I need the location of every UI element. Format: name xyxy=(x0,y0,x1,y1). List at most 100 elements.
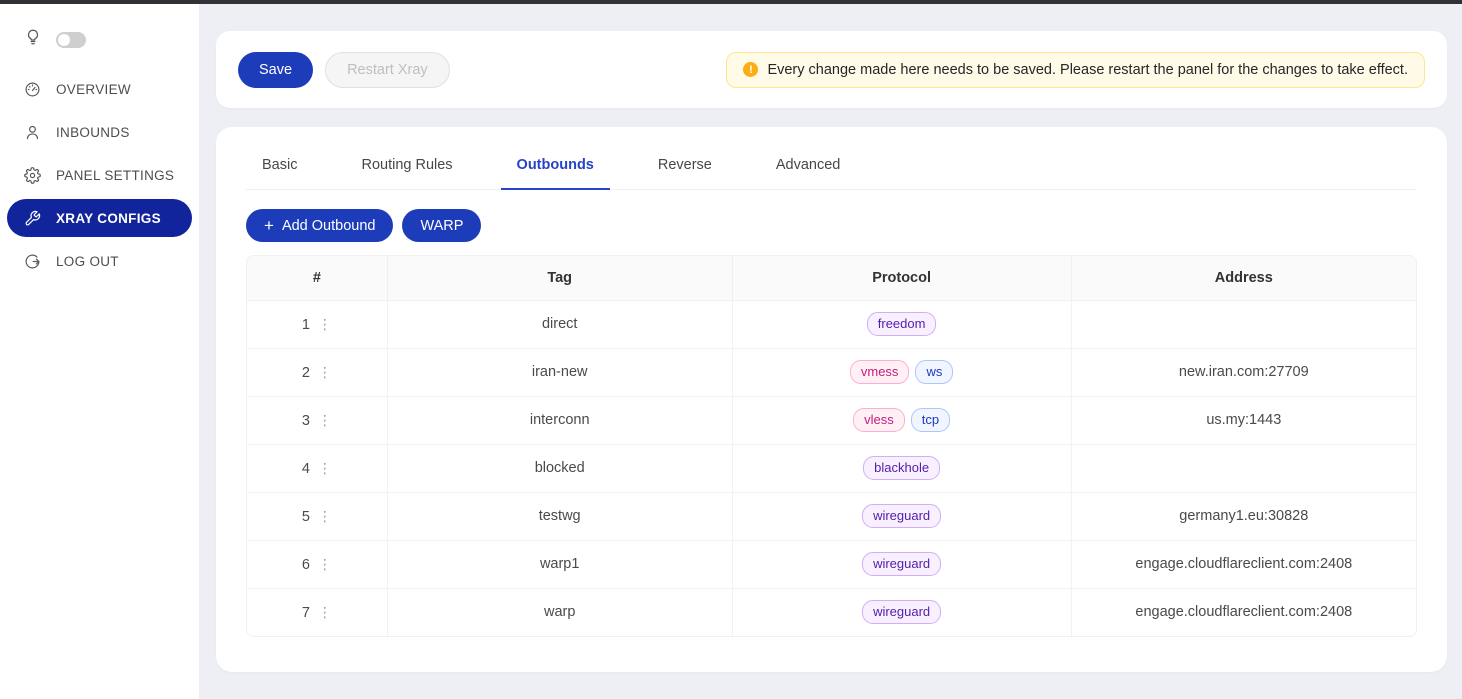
tab-basic[interactable]: Basic xyxy=(246,127,313,190)
sidebar-item-overview[interactable]: OVERVIEW xyxy=(7,70,192,108)
save-button[interactable]: Save xyxy=(238,52,313,88)
row-number: 7 xyxy=(302,605,310,621)
gear-icon xyxy=(24,167,41,184)
outbounds-table: #TagProtocolAddress 1⋮directfreedom2⋮ira… xyxy=(246,255,1417,637)
main-content: Save Restart Xray ! Every change made he… xyxy=(199,4,1462,699)
address-cell xyxy=(1071,300,1416,348)
user-icon xyxy=(24,124,41,141)
table-row: 1⋮directfreedom xyxy=(247,300,1416,348)
row-number-cell: 6⋮ xyxy=(247,540,387,588)
tag-cell: warp1 xyxy=(387,540,732,588)
protocol-cell: wireguard xyxy=(732,492,1071,540)
protocol-badge: wireguard xyxy=(862,504,941,528)
protocol-badge: wireguard xyxy=(862,552,941,576)
protocol-cell: wireguard xyxy=(732,588,1071,636)
table-row: 3⋮interconnvlesstcpus.my:1443 xyxy=(247,396,1416,444)
warning-icon: ! xyxy=(743,62,758,77)
table-row: 4⋮blockedblackhole xyxy=(247,444,1416,492)
alert-text: Every change made here needs to be saved… xyxy=(767,62,1408,78)
protocol-badge: wireguard xyxy=(862,600,941,624)
sidebar-item-label: INBOUNDS xyxy=(56,125,130,140)
row-menu-icon[interactable]: ⋮ xyxy=(318,604,332,620)
warp-button[interactable]: WARP xyxy=(402,209,481,242)
table-row: 5⋮testwgwireguardgermany1.eu:30828 xyxy=(247,492,1416,540)
protocol-cell: vlesstcp xyxy=(732,396,1071,444)
column-header-protocol: Protocol xyxy=(732,256,1071,300)
protocol-badge: tcp xyxy=(911,408,950,432)
light-bulb-icon xyxy=(24,28,42,51)
protocol-badge: vmess xyxy=(850,360,910,384)
row-number-cell: 4⋮ xyxy=(247,444,387,492)
save-warning-alert: ! Every change made here needs to be sav… xyxy=(726,52,1425,88)
tag-cell: warp xyxy=(387,588,732,636)
address-cell: engage.cloudflareclient.com:2408 xyxy=(1071,588,1416,636)
sidebar-item-label: XRAY CONFIGS xyxy=(56,211,161,226)
row-menu-icon[interactable]: ⋮ xyxy=(318,364,332,380)
plus-icon: + xyxy=(264,217,274,234)
tag-cell: direct xyxy=(387,300,732,348)
tab-routing-rules[interactable]: Routing Rules xyxy=(345,127,468,190)
protocol-badge: blackhole xyxy=(863,456,940,480)
row-menu-icon[interactable]: ⋮ xyxy=(318,316,332,332)
row-number-cell: 5⋮ xyxy=(247,492,387,540)
row-number: 6 xyxy=(302,557,310,573)
protocol-cell: wireguard xyxy=(732,540,1071,588)
wrench-icon xyxy=(24,210,41,227)
xray-configs-card: Basic Routing Rules Outbounds Reverse Advanc… xyxy=(216,127,1447,672)
tag-cell: iran-new xyxy=(387,348,732,396)
protocol-badge: ws xyxy=(915,360,953,384)
sidebar-item-panel-settings[interactable]: PANEL SETTINGS xyxy=(7,156,192,194)
tag-cell: interconn xyxy=(387,396,732,444)
actions-row: + Add Outbound WARP xyxy=(246,209,1417,242)
tab-bar: Basic Routing Rules Outbounds Reverse Advanc… xyxy=(246,127,1417,190)
toolbar-card: Save Restart Xray ! Every change made he… xyxy=(216,31,1447,108)
address-cell: us.my:1443 xyxy=(1071,396,1416,444)
column-header-num: # xyxy=(247,256,387,300)
row-menu-icon[interactable]: ⋮ xyxy=(318,508,332,524)
sidebar: OVERVIEW INBOUNDS PANEL SETTINGS XRAY CO… xyxy=(0,4,199,699)
row-number: 1 xyxy=(302,317,310,333)
protocol-cell: blackhole xyxy=(732,444,1071,492)
address-cell: germany1.eu:30828 xyxy=(1071,492,1416,540)
address-cell: new.iran.com:27709 xyxy=(1071,348,1416,396)
protocol-cell: freedom xyxy=(732,300,1071,348)
add-outbound-button[interactable]: + Add Outbound xyxy=(246,209,393,242)
sidebar-item-label: PANEL SETTINGS xyxy=(56,168,174,183)
table-row: 6⋮warp1wireguardengage.cloudflareclient.… xyxy=(247,540,1416,588)
table-row: 7⋮warpwireguardengage.cloudflareclient.c… xyxy=(247,588,1416,636)
address-cell: engage.cloudflareclient.com:2408 xyxy=(1071,540,1416,588)
table-header-row: #TagProtocolAddress xyxy=(247,256,1416,300)
sidebar-item-inbounds[interactable]: INBOUNDS xyxy=(7,113,192,151)
sidebar-item-xray-configs[interactable]: XRAY CONFIGS xyxy=(7,199,192,237)
row-menu-icon[interactable]: ⋮ xyxy=(318,412,332,428)
column-header-address: Address xyxy=(1071,256,1416,300)
protocol-badge: vless xyxy=(853,408,905,432)
add-outbound-label: Add Outbound xyxy=(282,218,376,234)
tag-cell: blocked xyxy=(387,444,732,492)
restart-xray-button[interactable]: Restart Xray xyxy=(325,52,450,88)
logout-icon xyxy=(24,253,41,270)
row-menu-icon[interactable]: ⋮ xyxy=(318,460,332,476)
row-menu-icon[interactable]: ⋮ xyxy=(318,556,332,572)
row-number: 5 xyxy=(302,509,310,525)
column-header-tag: Tag xyxy=(387,256,732,300)
dashboard-icon xyxy=(24,81,41,98)
row-number-cell: 1⋮ xyxy=(247,300,387,348)
row-number: 2 xyxy=(302,365,310,381)
tag-cell: testwg xyxy=(387,492,732,540)
sidebar-item-log-out[interactable]: LOG OUT xyxy=(7,242,192,280)
row-number: 4 xyxy=(302,461,310,477)
tab-reverse[interactable]: Reverse xyxy=(642,127,728,190)
dark-mode-toggle[interactable] xyxy=(56,32,86,48)
theme-row xyxy=(0,22,199,65)
row-number-cell: 2⋮ xyxy=(247,348,387,396)
row-number-cell: 7⋮ xyxy=(247,588,387,636)
protocol-badge: freedom xyxy=(867,312,937,336)
row-number-cell: 3⋮ xyxy=(247,396,387,444)
toggle-knob xyxy=(58,34,70,46)
table-row: 2⋮iran-newvmesswsnew.iran.com:27709 xyxy=(247,348,1416,396)
sidebar-item-label: OVERVIEW xyxy=(56,82,131,97)
tab-outbounds[interactable]: Outbounds xyxy=(501,127,610,190)
sidebar-item-label: LOG OUT xyxy=(56,254,119,269)
tab-advanced[interactable]: Advanced xyxy=(760,127,857,190)
